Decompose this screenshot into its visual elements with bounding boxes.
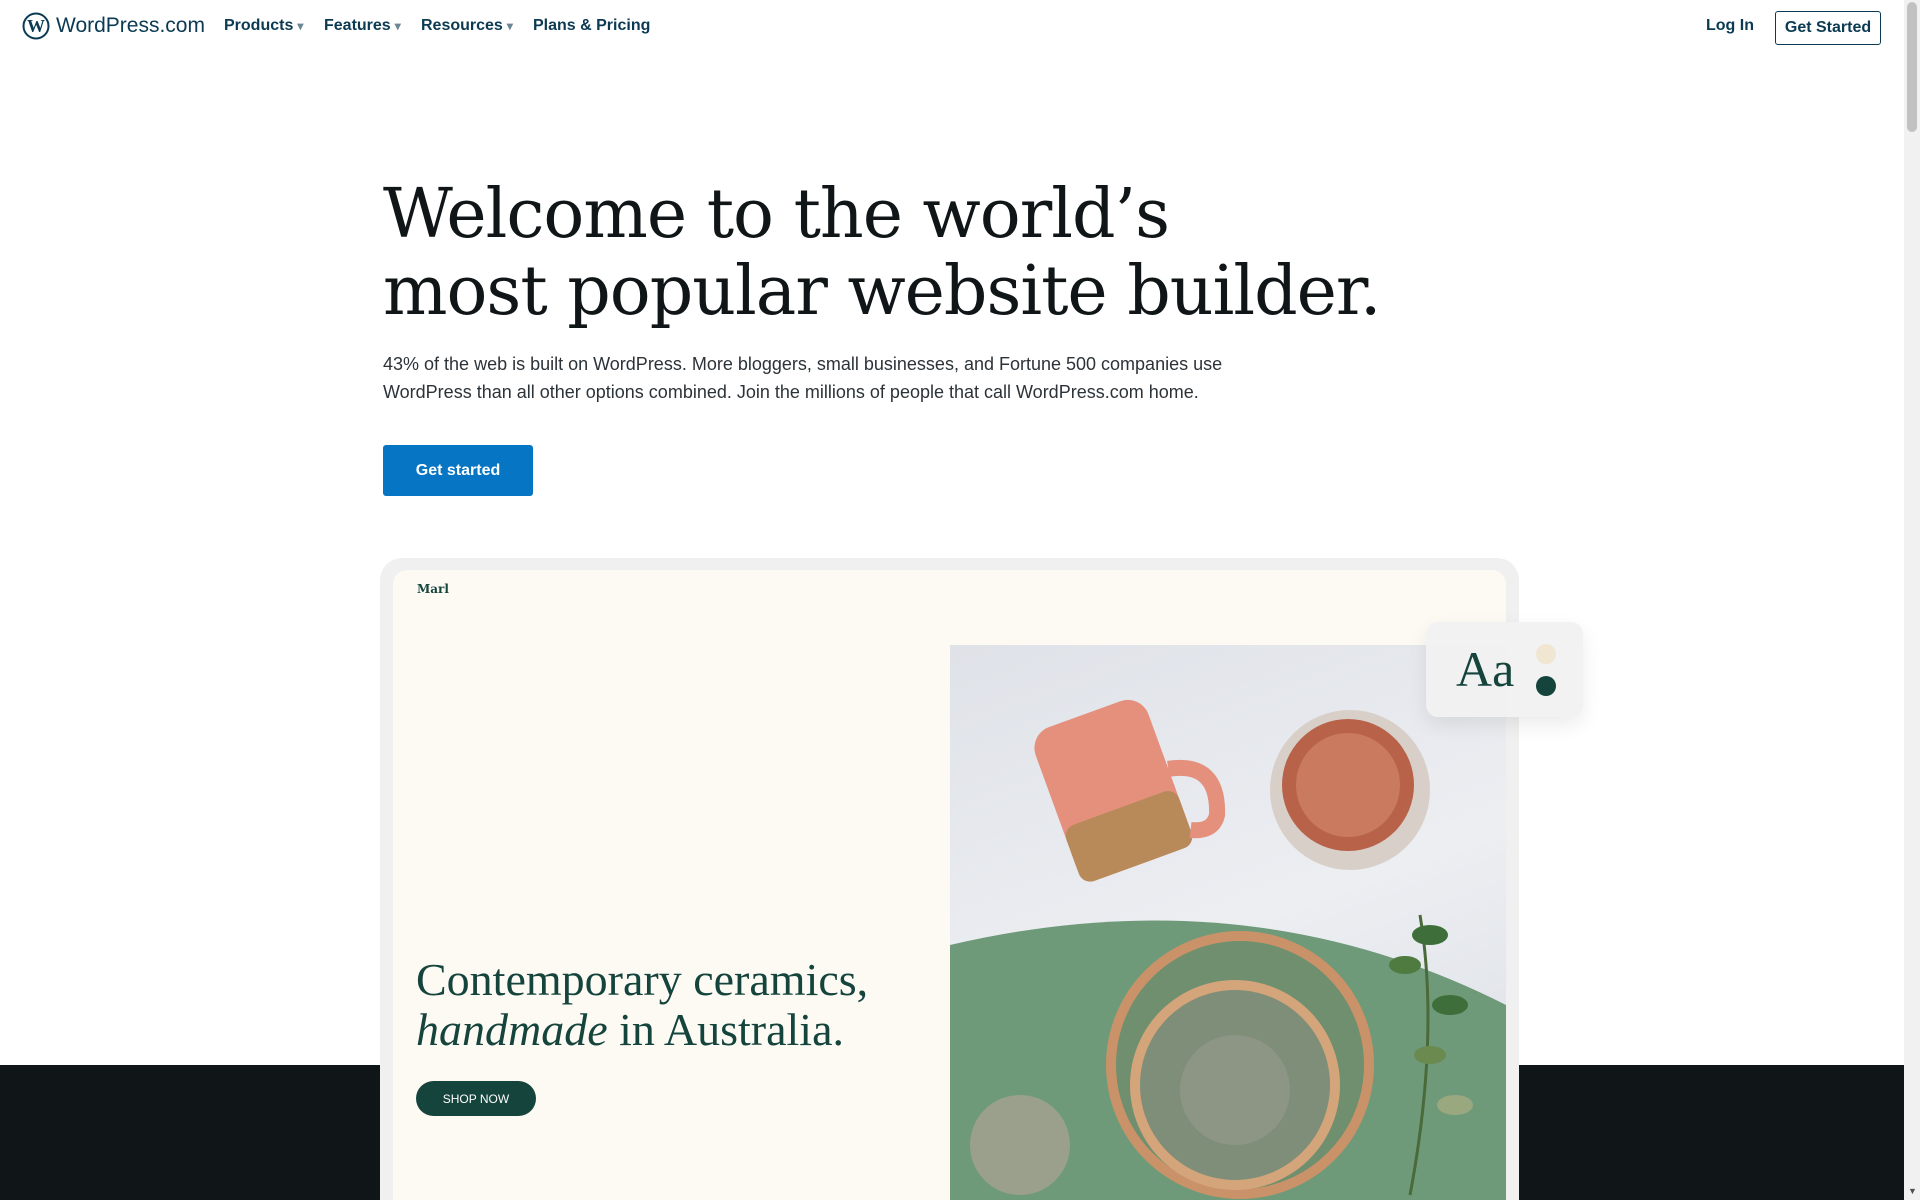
heading-em: handmade [416, 1004, 608, 1055]
nav-label: Resources [421, 17, 503, 34]
font-sample: Aa [1456, 641, 1515, 697]
get-started-nav-button[interactable]: Get Started [1775, 11, 1881, 45]
nav-resources[interactable]: Resources ▾ [421, 17, 513, 35]
get-started-button[interactable]: Get started [383, 445, 533, 496]
scrollbar-thumb[interactable] [1907, 2, 1917, 132]
top-nav: W WordPress.com Products ▾ Features ▾ Reso… [0, 0, 1904, 53]
nav-label: Products [224, 17, 294, 34]
style-picker-card[interactable]: Aa [1426, 622, 1583, 717]
nav-features[interactable]: Features ▾ [324, 17, 401, 35]
nav-plans-pricing[interactable]: Plans & Pricing [533, 17, 650, 35]
login-link[interactable]: Log In [1706, 17, 1754, 35]
palette-swatch-dark[interactable] [1536, 676, 1556, 696]
ceramics-photo [950, 645, 1506, 1200]
shop-now-button[interactable]: SHOP NOW [416, 1081, 536, 1116]
caret-down-icon: ▾ [506, 19, 513, 33]
preview-heading: Contemporary ceramics, handmade in Austra… [416, 955, 868, 1055]
title-line-1: Welcome to the world’s [383, 175, 1170, 254]
nav-products[interactable]: Products ▾ [224, 17, 303, 35]
site-preview: Marl Contemporary ceramics, handmade in A… [393, 570, 1506, 1200]
wordpress-logo-icon: W [22, 12, 50, 40]
preview-site-name: Marl [417, 582, 449, 596]
hero-title: Welcome to the world’s most popular websi… [383, 175, 1382, 331]
caret-down-icon: ▾ [297, 19, 304, 33]
title-line-2: most popular website builder. [383, 252, 1382, 331]
palette-swatch-light[interactable] [1536, 644, 1556, 664]
wordpress-logo-link[interactable]: W WordPress.com [22, 12, 205, 40]
hero-lead: 43% of the web is built on WordPress. Mo… [383, 354, 1223, 402]
scrollbar[interactable] [1904, 0, 1920, 1200]
ceramics-illustration [950, 699, 1506, 1200]
caret-down-icon: ▾ [394, 19, 401, 33]
brand-name: WordPress.com [56, 14, 205, 37]
svg-text:W: W [27, 16, 45, 36]
heading-rest: in Australia. [607, 1004, 844, 1055]
nav-label: Features [324, 17, 391, 34]
heading-line-1: Contemporary ceramics, [416, 954, 869, 1005]
scroll-down-arrow-icon[interactable]: ▼ [1908, 1186, 1917, 1196]
